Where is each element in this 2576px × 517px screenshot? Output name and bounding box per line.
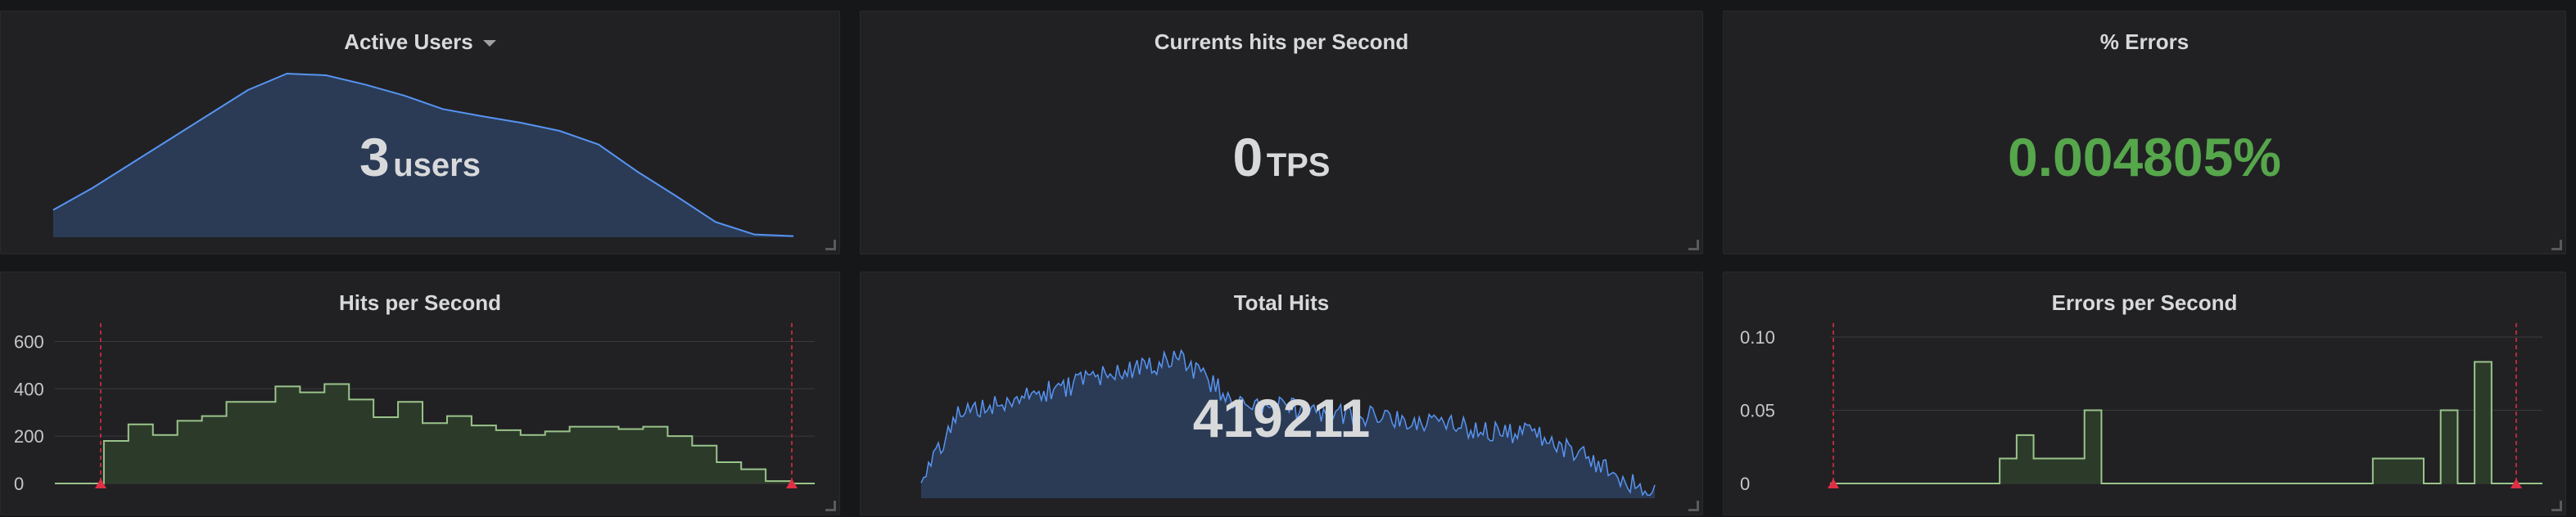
panel-title[interactable]: Active Users [1,29,839,55]
current-hits-title[interactable]: Currents hits per Second [861,29,1702,55]
hits-per-second-graph[interactable]: 600 400 200 0 [1,272,839,515]
chevron-down-icon[interactable] [482,40,496,47]
active-users-title: Active Users [344,29,473,54]
active-users-unit: users [393,147,481,183]
current-hits-value: 0 TPS [861,126,1702,188]
errors-per-second-panel[interactable]: Errors per Second 0.10 0.05 0 [1723,272,2566,515]
graph-area [1830,362,2542,483]
resize-handle-icon[interactable] [1688,240,1699,250]
errors-percent-panel[interactable]: % Errors 0.004805% [1723,11,2566,254]
total-hits-number: 419211 [1192,388,1371,448]
active-users-number: 3 [359,127,390,187]
errors-percent-number: 0.004805% [2008,127,2281,187]
total-hits-value: 419211 [861,387,1702,449]
hits-per-second-panel[interactable]: Hits per Second 600 400 200 0 [0,272,840,515]
errors-percent-title[interactable]: % Errors [1724,29,2565,55]
y-tick-label: 600 [14,331,44,352]
resize-handle-icon[interactable] [825,501,836,511]
total-hits-title[interactable]: Total Hits [861,290,1702,316]
graph-line [1830,361,2542,484]
y-tick-label: 400 [14,379,44,399]
resize-handle-icon[interactable] [2551,240,2562,250]
errors-percent-value: 0.004805% [1724,126,2565,188]
active-users-value: 3 users [1,126,839,188]
resize-handle-icon[interactable] [825,240,836,250]
total-hits-panel[interactable]: Total Hits 419211 [860,272,1703,515]
current-hits-unit: TPS [1266,147,1331,183]
active-users-panel[interactable]: Active Users 3 users [0,11,840,254]
y-tick-label: 0 [1740,474,1750,494]
current-hits-number: 0 [1232,127,1263,187]
y-tick-label: 200 [14,426,44,447]
y-tick-label: 0 [14,474,24,494]
errors-per-second-graph[interactable]: 0.10 0.05 0 [1724,272,2565,515]
y-tick-label: 0.05 [1740,400,1775,420]
resize-handle-icon[interactable] [1688,501,1699,511]
y-tick-label: 0.10 [1740,327,1775,348]
graph-area [55,384,815,483]
current-hits-panel[interactable]: Currents hits per Second 0 TPS [860,11,1703,254]
resize-handle-icon[interactable] [2551,501,2562,511]
